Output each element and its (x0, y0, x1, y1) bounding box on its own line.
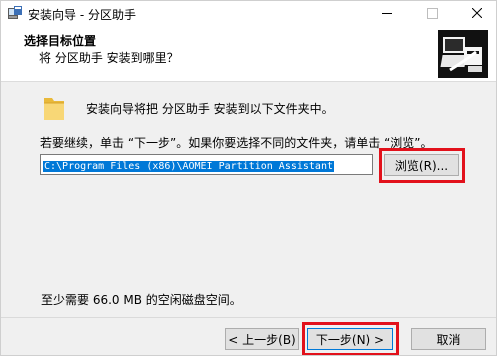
close-button[interactable] (456, 1, 496, 25)
title-bar[interactable]: 安装向导 - 分区助手 (1, 1, 496, 25)
instruction-text: 若要继续，单击 “下一步”。如果你要选择不同的文件夹，请单击 “浏览”。 (40, 136, 433, 150)
browse-button[interactable]: 浏览(R)... (384, 154, 459, 176)
folder-icon (44, 98, 64, 120)
footer-divider (1, 317, 496, 318)
install-path-value: C:\Program Files (x86)\AOMEI Partition A… (43, 161, 334, 172)
back-button[interactable]: < 上一步(B) (225, 328, 299, 350)
installer-icon (8, 6, 22, 19)
space-required-text: 至少需要 66.0 MB 的空闲磁盘空间。 (41, 293, 242, 307)
minimize-button[interactable] (366, 1, 408, 25)
maximize-button (411, 1, 453, 25)
installer-window: 安装向导 - 分区助手 选择目标位置 将 分区助手 安装到哪里？ 安装向导将把 (0, 0, 497, 356)
computer-install-icon (438, 30, 488, 78)
cancel-button[interactable]: 取消 (411, 328, 486, 350)
folder-message: 安装向导将把 分区助手 安装到以下文件夹中。 (86, 102, 334, 116)
window-title: 安装向导 - 分区助手 (28, 8, 136, 22)
wizard-header: 选择目标位置 将 分区助手 安装到哪里？ (1, 25, 496, 82)
close-icon (472, 8, 482, 18)
maximize-icon (426, 7, 438, 19)
page-subtitle: 将 分区助手 安装到哪里？ (39, 51, 179, 65)
next-button[interactable]: 下一步(N) > (307, 328, 393, 350)
install-path-input[interactable]: C:\Program Files (x86)\AOMEI Partition A… (40, 154, 373, 175)
minimize-icon (382, 12, 392, 14)
page-title: 选择目标位置 (24, 34, 97, 48)
